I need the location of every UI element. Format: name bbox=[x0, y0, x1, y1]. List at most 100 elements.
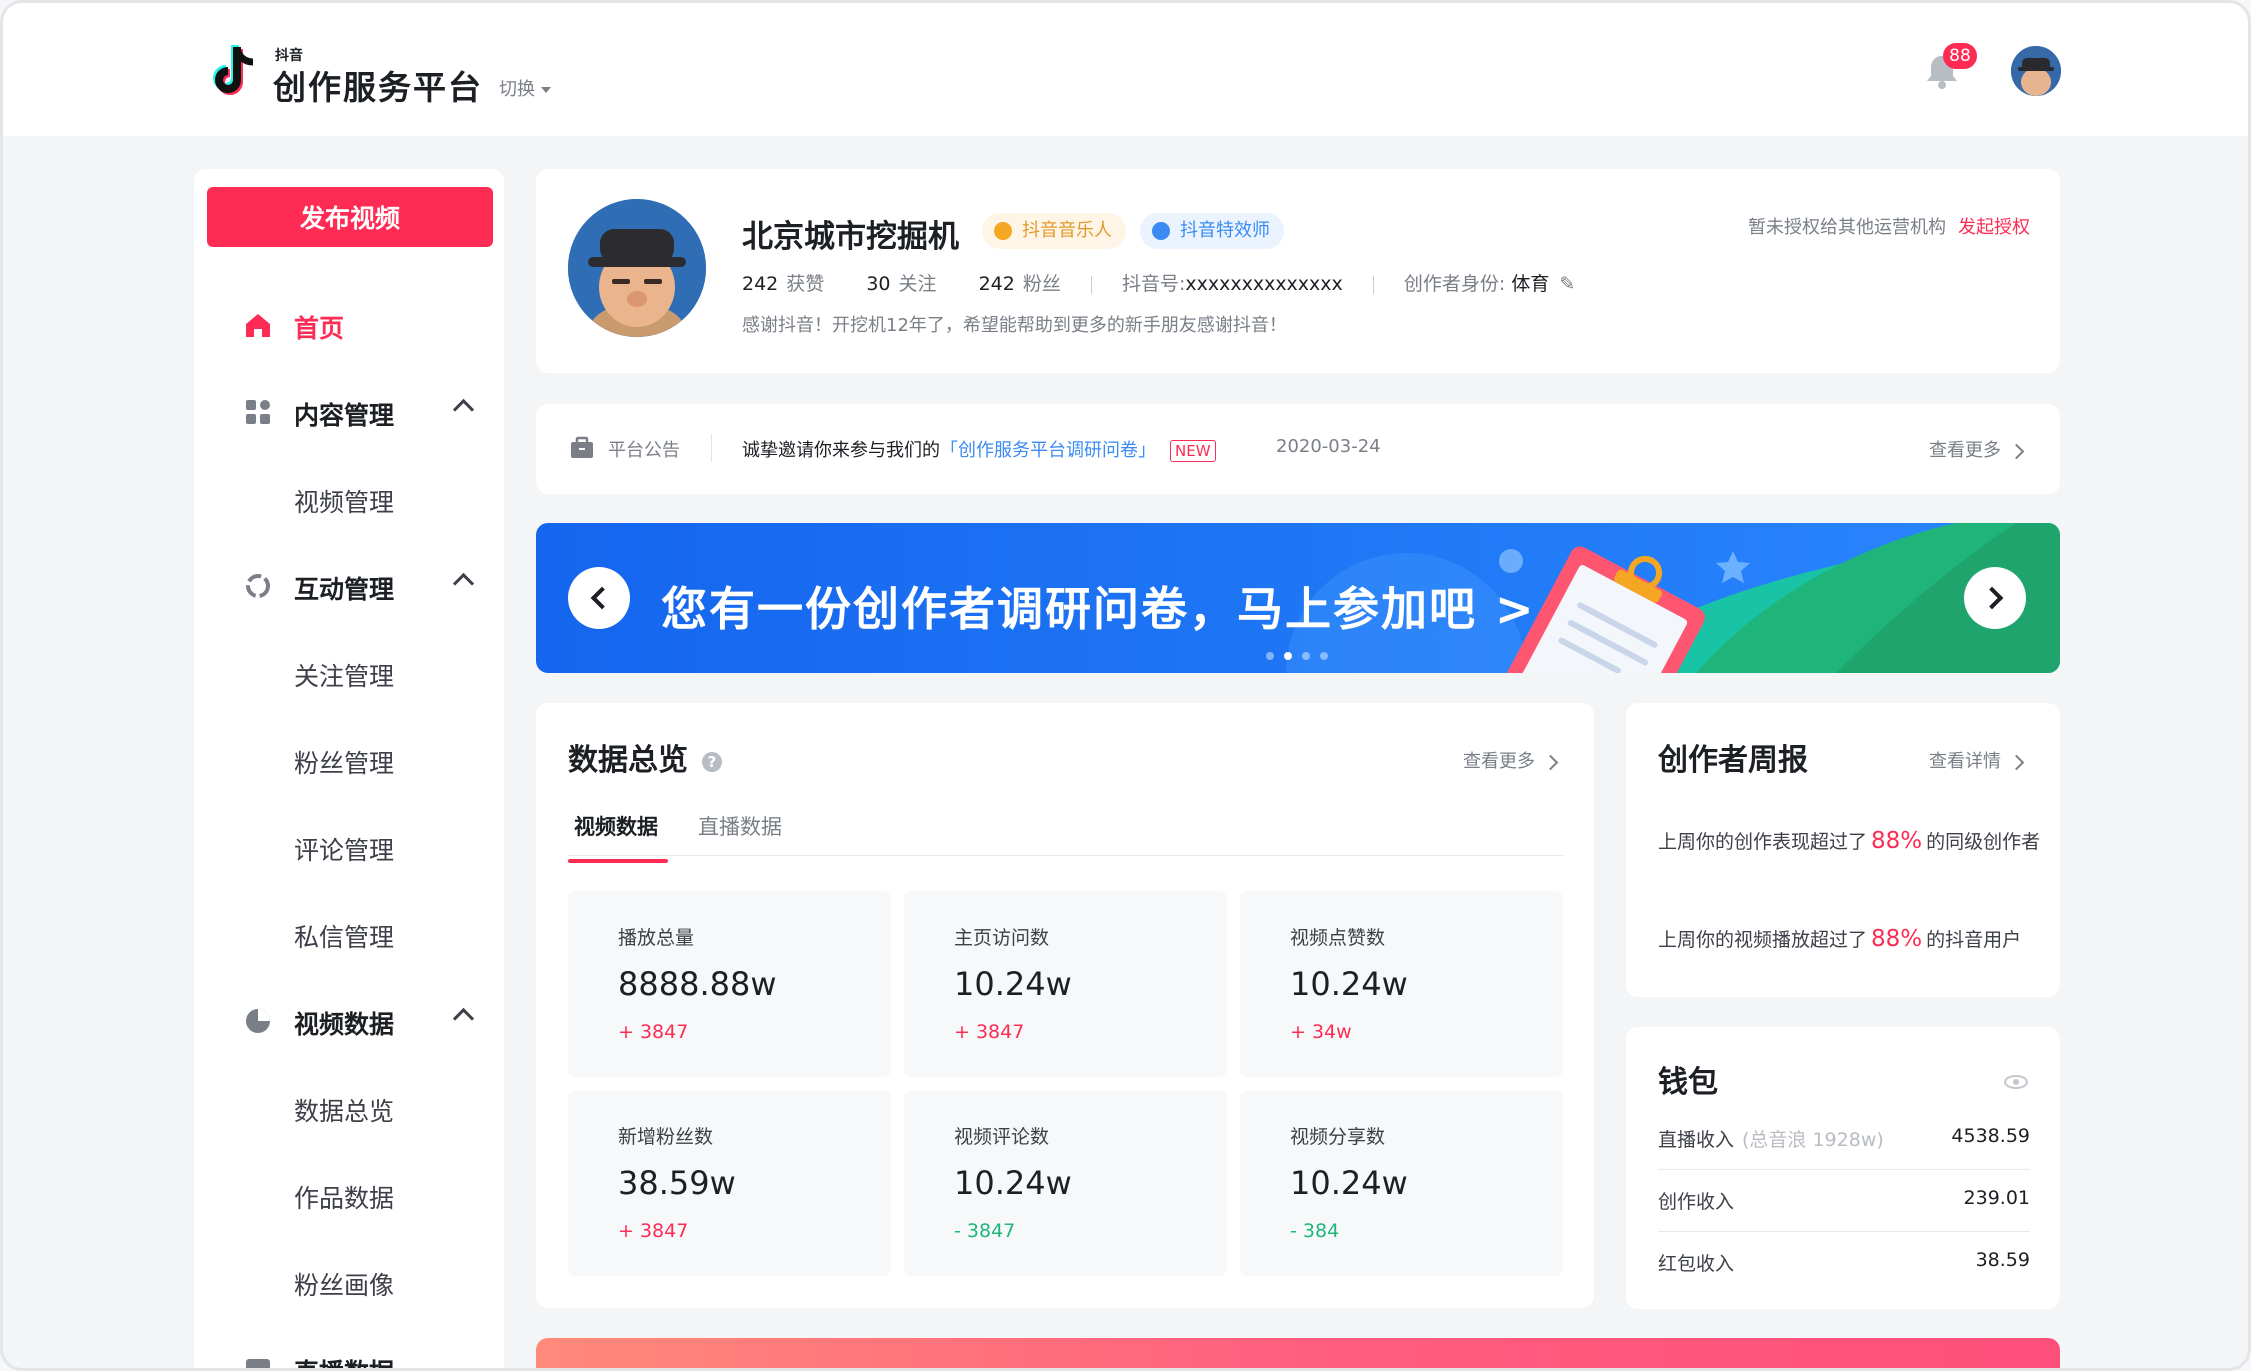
carousel-dot[interactable] bbox=[1302, 652, 1310, 660]
sidebar-item-video-manage[interactable]: 视频管理 bbox=[194, 467, 504, 527]
app-window: 抖音 创作服务平台 切换 88 发布视频 首页 内容管理 视频管理 互动管理 关… bbox=[0, 0, 2251, 1371]
sidebar-group-interaction[interactable]: 互动管理 bbox=[194, 554, 504, 614]
metric-value: 38.59w bbox=[618, 1164, 736, 1202]
data-overview-card: 数据总览? 查看更多 视频数据 直播数据 播放总量 8888.88w + 384… bbox=[536, 703, 1594, 1308]
weekly-line-creation: 上周你的创作表现超过了 88% 的同级创作者 bbox=[1658, 827, 2040, 854]
sidebar-item-label: 评论管理 bbox=[294, 836, 395, 865]
wallet-row-sub: (总音浪 1928w) bbox=[1742, 1129, 1884, 1151]
home-icon bbox=[246, 314, 270, 337]
metric-label: 视频分享数 bbox=[1290, 1126, 1386, 1148]
metric-delta: - 384 bbox=[1290, 1220, 1340, 1242]
carousel-dot[interactable] bbox=[1266, 652, 1274, 660]
publish-video-button[interactable]: 发布视频 bbox=[207, 187, 493, 247]
notification-badge: 88 bbox=[1943, 43, 1977, 69]
chevron-right-icon bbox=[2008, 443, 2025, 459]
help-icon[interactable]: ? bbox=[702, 751, 722, 772]
metric-card-shares[interactable]: 视频分享数 10.24w - 384 bbox=[1240, 1090, 1563, 1276]
edit-pencil-icon[interactable]: ✎ bbox=[1559, 273, 1575, 295]
douyin-id-label: 抖音号: bbox=[1121, 273, 1186, 295]
bottom-banner[interactable] bbox=[536, 1338, 2060, 1368]
metric-delta: - 3847 bbox=[954, 1220, 1016, 1242]
sidebar-item-label: 视频管理 bbox=[294, 488, 395, 517]
wallet-row-value: 239.01 bbox=[1963, 1187, 2030, 1209]
sidebar-item-label: 关注管理 bbox=[294, 662, 395, 691]
notice-label: 平台公告 bbox=[608, 440, 680, 461]
platform-notice: 平台公告 诚挚邀请你来参与我们的「创作服务平台调研问卷」 NEW 2020-03-… bbox=[536, 404, 2060, 494]
weekly-details-link[interactable]: 查看详情 bbox=[1929, 747, 2025, 773]
musician-badge-label: 抖音音乐人 bbox=[1022, 220, 1112, 241]
weekly-line-percent: 88% bbox=[1871, 828, 1923, 854]
sidebar-item-messages[interactable]: 私信管理 bbox=[194, 902, 504, 962]
weekly-line-percent: 88% bbox=[1871, 926, 1923, 952]
weekly-report-card: 创作者周报 查看详情 上周你的创作表现超过了 88% 的同级创作者 上周你的视频播放… bbox=[1626, 703, 2060, 997]
metric-delta: + 34w bbox=[1290, 1021, 1352, 1043]
survey-link[interactable]: 「创作服务平台调研问卷」 bbox=[940, 440, 1156, 461]
metric-card-plays[interactable]: 播放总量 8888.88w + 3847 bbox=[568, 891, 891, 1077]
carousel-dot[interactable] bbox=[1320, 652, 1328, 660]
sidebar-item-label: 粉丝画像 bbox=[294, 1271, 395, 1300]
overview-more-link[interactable]: 查看更多 bbox=[1463, 747, 1559, 773]
banner-next-button[interactable] bbox=[1964, 567, 2026, 629]
sidebar-item-fan-profile[interactable]: 粉丝画像 bbox=[194, 1250, 504, 1310]
sidebar-item-overview[interactable]: 数据总览 bbox=[194, 1076, 504, 1136]
effects-creator-badge[interactable]: 抖音特效师 bbox=[1140, 213, 1284, 249]
notice-text[interactable]: 诚挚邀请你来参与我们的「创作服务平台调研问卷」 NEW bbox=[742, 436, 1216, 462]
overview-tabs: 视频数据 直播数据 bbox=[568, 803, 1563, 856]
carousel-dot-active[interactable] bbox=[1284, 652, 1292, 660]
douyin-logo-icon[interactable] bbox=[211, 43, 261, 101]
switch-label: 切换 bbox=[499, 79, 535, 100]
wallet-row-creation-income[interactable]: 创作收入 239.01 bbox=[1658, 1171, 2030, 1232]
likes-label: 获赞 bbox=[786, 273, 825, 295]
sidebar-group-live-data[interactable]: 直播数据 bbox=[194, 1337, 504, 1368]
authorization-note: 暂未授权给其他运营机构 发起授权 bbox=[1748, 213, 2030, 239]
sidebar-item-fans[interactable]: 粉丝管理 bbox=[194, 728, 504, 788]
metric-label: 视频点赞数 bbox=[1290, 927, 1386, 949]
sidebar-item-label: 首页 bbox=[294, 314, 345, 343]
profile-stats: 242 获赞 30 关注 242 粉丝 抖音号:xxxxxxxxxxxxxx 创作者身… bbox=[742, 269, 1575, 296]
sidebar-item-comments[interactable]: 评论管理 bbox=[194, 815, 504, 875]
sidebar-item-label: 互动管理 bbox=[294, 575, 395, 604]
sidebar-group-video-data[interactable]: 视频数据 bbox=[194, 989, 504, 1049]
sidebar-item-home[interactable]: 首页 bbox=[194, 293, 504, 353]
wallet-row-redpacket-income[interactable]: 红包收入 38.59 bbox=[1658, 1233, 2030, 1293]
switch-dropdown[interactable]: 切换 bbox=[499, 75, 551, 101]
sidebar-item-works-data[interactable]: 作品数据 bbox=[194, 1163, 504, 1223]
banner-prev-button[interactable] bbox=[568, 567, 630, 629]
metric-card-profile-visits[interactable]: 主页访问数 10.24w + 3847 bbox=[904, 891, 1227, 1077]
weekly-line-suffix: 的同级创作者 bbox=[1926, 831, 2041, 853]
sidebar-item-follow[interactable]: 关注管理 bbox=[194, 641, 504, 701]
survey-banner[interactable]: 您有一份创作者调研问卷，马上参加吧 > bbox=[536, 523, 2060, 673]
tab-video-data[interactable]: 视频数据 bbox=[574, 811, 658, 841]
identity-label: 创作者身份: bbox=[1403, 273, 1506, 295]
metric-value: 8888.88w bbox=[618, 965, 777, 1003]
metric-delta: + 3847 bbox=[618, 1220, 689, 1242]
profile-bio: 感谢抖音！开挖机12年了，希望能帮助到更多的新手朋友感谢抖音！ bbox=[742, 315, 1287, 336]
profile-avatar[interactable] bbox=[568, 199, 706, 337]
divider bbox=[1372, 275, 1374, 294]
more-label: 查看更多 bbox=[1929, 440, 2001, 461]
sidebar-item-label: 数据总览 bbox=[294, 1097, 395, 1126]
grid-icon bbox=[246, 400, 270, 424]
metric-card-likes[interactable]: 视频点赞数 10.24w + 34w bbox=[1240, 891, 1563, 1077]
avatar-illustration-icon bbox=[2011, 46, 2061, 96]
briefcase-icon bbox=[571, 436, 593, 458]
tab-live-data[interactable]: 直播数据 bbox=[698, 811, 782, 841]
metric-card-comments[interactable]: 视频评论数 10.24w - 3847 bbox=[904, 1090, 1227, 1276]
user-avatar[interactable] bbox=[2011, 46, 2061, 96]
wallet-title: 钱包 bbox=[1658, 1065, 1718, 1100]
metric-delta: + 3847 bbox=[618, 1021, 689, 1043]
wallet-row-live-income[interactable]: 直播收入 (总音浪 1928w) 4538.59 bbox=[1658, 1109, 2030, 1170]
eye-icon[interactable] bbox=[2004, 1075, 2028, 1089]
brand-title[interactable]: 创作服务平台 bbox=[273, 61, 483, 109]
sidebar-group-content[interactable]: 内容管理 bbox=[194, 380, 504, 440]
auth-note-text: 暂未授权给其他运营机构 bbox=[1748, 217, 1946, 238]
banner-text[interactable]: 您有一份创作者调研问卷，马上参加吧 > bbox=[661, 573, 1536, 639]
metric-card-new-fans[interactable]: 新增粉丝数 38.59w + 3847 bbox=[568, 1090, 891, 1276]
notice-more-link[interactable]: 查看更多 bbox=[1929, 436, 2025, 462]
musician-badge[interactable]: 抖音音乐人 bbox=[982, 213, 1126, 249]
avatar-illustration-icon bbox=[568, 199, 706, 337]
start-authorization-link[interactable]: 发起授权 bbox=[1958, 217, 2030, 238]
metric-value: 10.24w bbox=[1290, 965, 1408, 1003]
profile-name: 北京城市挖掘机 bbox=[742, 219, 959, 255]
profile-card: 北京城市挖掘机 抖音音乐人 抖音特效师 242 获赞 30 关注 242 粉丝 抖音号… bbox=[536, 169, 2060, 373]
